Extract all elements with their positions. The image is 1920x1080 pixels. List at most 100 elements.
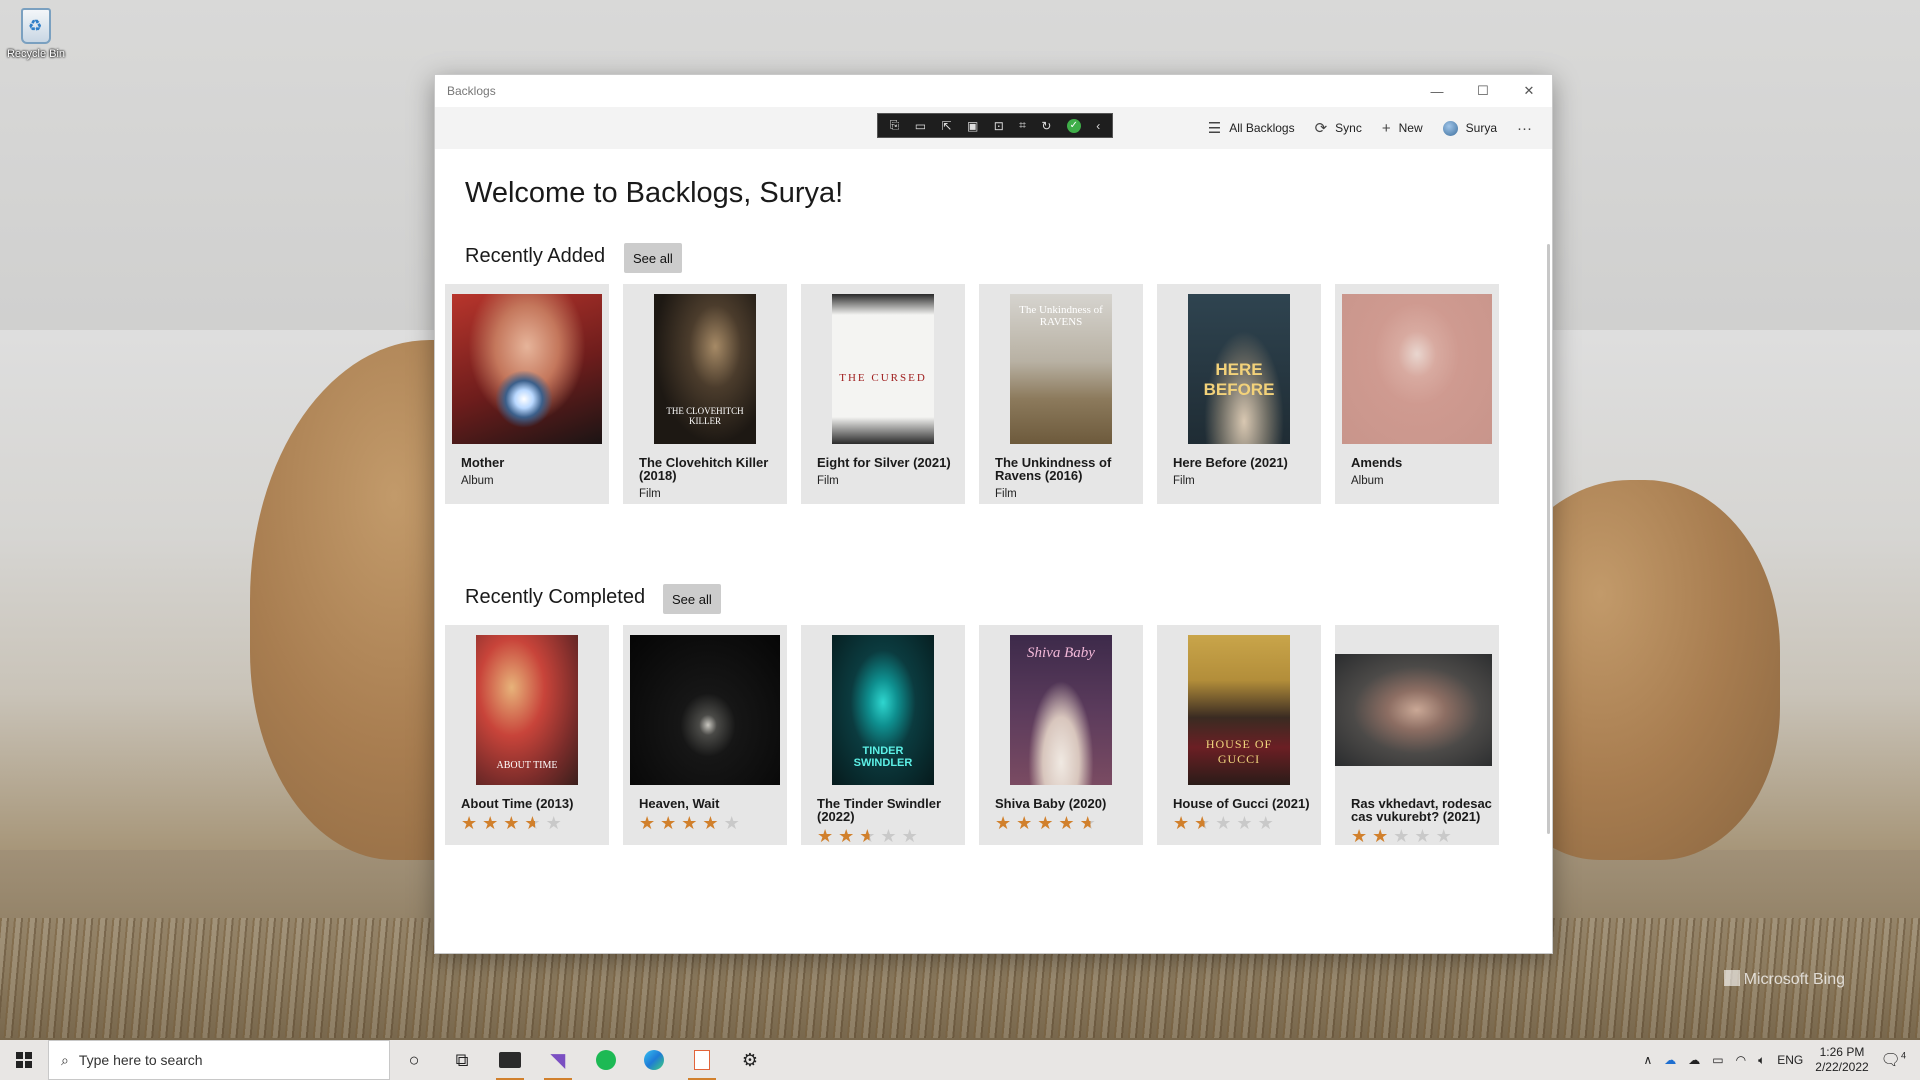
display-adorners-icon[interactable]: ▣ xyxy=(967,119,978,133)
language-indicator[interactable]: ENG xyxy=(1777,1053,1803,1067)
task-view-icon[interactable]: ⧉ xyxy=(438,1040,486,1080)
poster-text: HERE BEFORE xyxy=(1203,360,1275,399)
star-icon: ★ xyxy=(681,813,703,833)
settings-gear-icon[interactable]: ⚙ xyxy=(726,1040,774,1080)
star-icon: ★ xyxy=(880,826,902,846)
user-label: Surya xyxy=(1465,121,1497,135)
window-title: Backlogs xyxy=(447,84,496,98)
star-icon: ★ xyxy=(1414,826,1436,846)
poster-house-of-gucci: HOUSE OF GUCCI xyxy=(1188,635,1290,785)
card-title: Eight for Silver (2021) xyxy=(817,455,951,470)
maximize-button[interactable]: ☐ xyxy=(1460,75,1506,107)
new-button[interactable]: + New xyxy=(1372,112,1433,144)
backlogs-app-icon[interactable] xyxy=(678,1040,726,1080)
star-icon: ★ xyxy=(901,826,923,846)
chevron-up-icon[interactable]: ∧ xyxy=(1643,1053,1652,1067)
onedrive-icon[interactable]: ☁ xyxy=(1664,1053,1676,1067)
star-icon: ★ xyxy=(723,813,745,833)
collapse-chevron-icon[interactable]: ‹ xyxy=(1096,119,1100,133)
main-content: Welcome to Backlogs, Surya! Recently Add… xyxy=(435,149,1552,953)
spotify-icon[interactable] xyxy=(582,1040,630,1080)
star-icon: ★ xyxy=(503,813,525,833)
start-button[interactable] xyxy=(0,1040,48,1080)
poster-mother xyxy=(452,294,602,444)
card-title: Shiva Baby (2020) xyxy=(995,796,1107,811)
star-icon: ★ xyxy=(1215,813,1237,833)
sync-label: Sync xyxy=(1335,121,1362,135)
sync-button[interactable]: ⟳ Sync xyxy=(1305,112,1372,144)
card-type: Album xyxy=(461,475,494,487)
all-backlogs-button[interactable]: ☰ All Backlogs xyxy=(1198,112,1305,144)
card-title: Amends xyxy=(1351,455,1403,470)
bing-logo-icon xyxy=(1723,970,1740,986)
status-check-icon[interactable]: ✓ xyxy=(1066,118,1081,133)
poster-ras-vkhedavt xyxy=(1335,654,1492,766)
battery-icon[interactable]: ▭ xyxy=(1712,1053,1723,1067)
poster-cursed: THE CURSED xyxy=(832,294,934,444)
user-button[interactable]: Surya xyxy=(1433,112,1507,144)
wifi-icon[interactable]: ◠ xyxy=(1736,1053,1746,1067)
star-icon: ★ xyxy=(817,826,839,846)
star-icon: ★ xyxy=(1257,813,1279,833)
bing-watermark-text: Microsoft Bing xyxy=(1743,971,1845,988)
live-tree-icon[interactable]: ⎘ xyxy=(890,118,900,133)
record-icon[interactable]: ▭ xyxy=(915,119,926,133)
card-title: The Clovehitch Killer (2018) xyxy=(639,455,769,483)
cloud-icon[interactable]: ☁ xyxy=(1688,1053,1700,1067)
hot-reload-icon[interactable]: ↻ xyxy=(1041,119,1051,133)
layout-icon[interactable]: ⌗ xyxy=(1019,118,1026,133)
star-icon: ★ xyxy=(1435,826,1457,846)
vertical-scrollbar[interactable] xyxy=(1547,244,1550,834)
poster-about-time: ABOUT TIME xyxy=(476,635,578,785)
title-bar[interactable]: Backlogs — ☐ ✕ xyxy=(435,75,1552,107)
clock-time: 1:26 PM xyxy=(1819,1045,1865,1059)
select-element-icon[interactable]: ⇱ xyxy=(941,119,951,133)
command-bar: ⎘ ▭ ⇱ ▣ ⊡ ⌗ ↻ ✓ ‹ ☰ All Backlogs ⟳ Sync … xyxy=(435,107,1552,149)
star-icon: ★ xyxy=(1037,813,1059,833)
edge-icon[interactable] xyxy=(630,1040,678,1080)
rated-card[interactable]: ABOUT TIME About Time (2013) ★★★★★ xyxy=(445,625,609,845)
media-card[interactable]: THE CURSED Eight for Silver (2021) Film xyxy=(801,284,965,504)
rated-card[interactable]: Heaven, Wait ★★★★★ xyxy=(623,625,787,845)
media-card[interactable]: HERE BEFORE Here Before (2021) Film xyxy=(1157,284,1321,504)
new-label: New xyxy=(1398,121,1423,135)
poster-text: The Unkindness of RAVENS xyxy=(1019,304,1103,328)
terminal-icon[interactable] xyxy=(486,1040,534,1080)
plus-icon: + xyxy=(1381,119,1391,137)
backlogs-window: Backlogs — ☐ ✕ ⎘ ▭ ⇱ ▣ ⊡ ⌗ ↻ ✓ ‹ ☰ All B… xyxy=(434,74,1553,954)
close-button[interactable]: ✕ xyxy=(1506,75,1552,107)
rated-card[interactable]: Shiva Baby Shiva Baby (2020) ★★★★★ xyxy=(979,625,1143,845)
poster-text: Shiva Baby xyxy=(1027,645,1095,661)
track-focus-icon[interactable]: ⊡ xyxy=(994,119,1004,133)
taskbar-search-box[interactable]: ⌕ Type here to search xyxy=(48,1040,390,1080)
card-title: About Time (2013) xyxy=(461,796,574,811)
notification-center-icon[interactable]: 🗨︎4 xyxy=(1881,1050,1906,1070)
clock[interactable]: 1:26 PM 2/22/2022 xyxy=(1815,1045,1868,1075)
star-icon: ★ xyxy=(702,813,724,833)
star-icon: ★ xyxy=(1016,813,1038,833)
debug-toolbar: ⎘ ▭ ⇱ ▣ ⊡ ⌗ ↻ ✓ ‹ xyxy=(877,113,1113,138)
sync-icon: ⟳ xyxy=(1314,120,1328,137)
recently-added-row: Mother Album THE CLOVEHITCH KILLER The C… xyxy=(445,284,1499,504)
visual-studio-icon[interactable]: ◥ xyxy=(534,1040,582,1080)
rated-card[interactable]: HOUSE OF GUCCI House of Gucci (2021) ★★★… xyxy=(1157,625,1321,845)
media-card[interactable]: Amends Album xyxy=(1335,284,1499,504)
star-icon: ★ xyxy=(1079,813,1101,833)
more-options-button[interactable]: ··· xyxy=(1507,112,1542,144)
rated-card[interactable]: Ras vkhedavt, rodesac cas vukurebt? (202… xyxy=(1335,625,1499,845)
star-icon: ★ xyxy=(524,813,546,833)
recently-added-see-all-button[interactable]: See all xyxy=(624,243,682,273)
media-card[interactable]: Mother Album xyxy=(445,284,609,504)
volume-icon[interactable]: 🔈︎ xyxy=(1758,1053,1765,1068)
cortana-icon[interactable]: ○ xyxy=(390,1040,438,1080)
media-card[interactable]: THE CLOVEHITCH KILLER The Clovehitch Kil… xyxy=(623,284,787,504)
notification-count: 4 xyxy=(1900,1050,1906,1061)
poster-text: TINDER SWINDLER xyxy=(853,745,913,769)
media-card[interactable]: The Unkindness of RAVENS The Unkindness … xyxy=(979,284,1143,504)
card-title: House of Gucci (2021) xyxy=(1173,796,1310,811)
recycle-bin[interactable]: Recycle Bin xyxy=(6,6,66,60)
poster-heaven-wait xyxy=(630,635,780,785)
rated-card[interactable]: TINDER SWINDLER The Tinder Swindler (202… xyxy=(801,625,965,845)
recently-completed-see-all-button[interactable]: See all xyxy=(663,584,721,614)
minimize-button[interactable]: — xyxy=(1414,75,1460,107)
